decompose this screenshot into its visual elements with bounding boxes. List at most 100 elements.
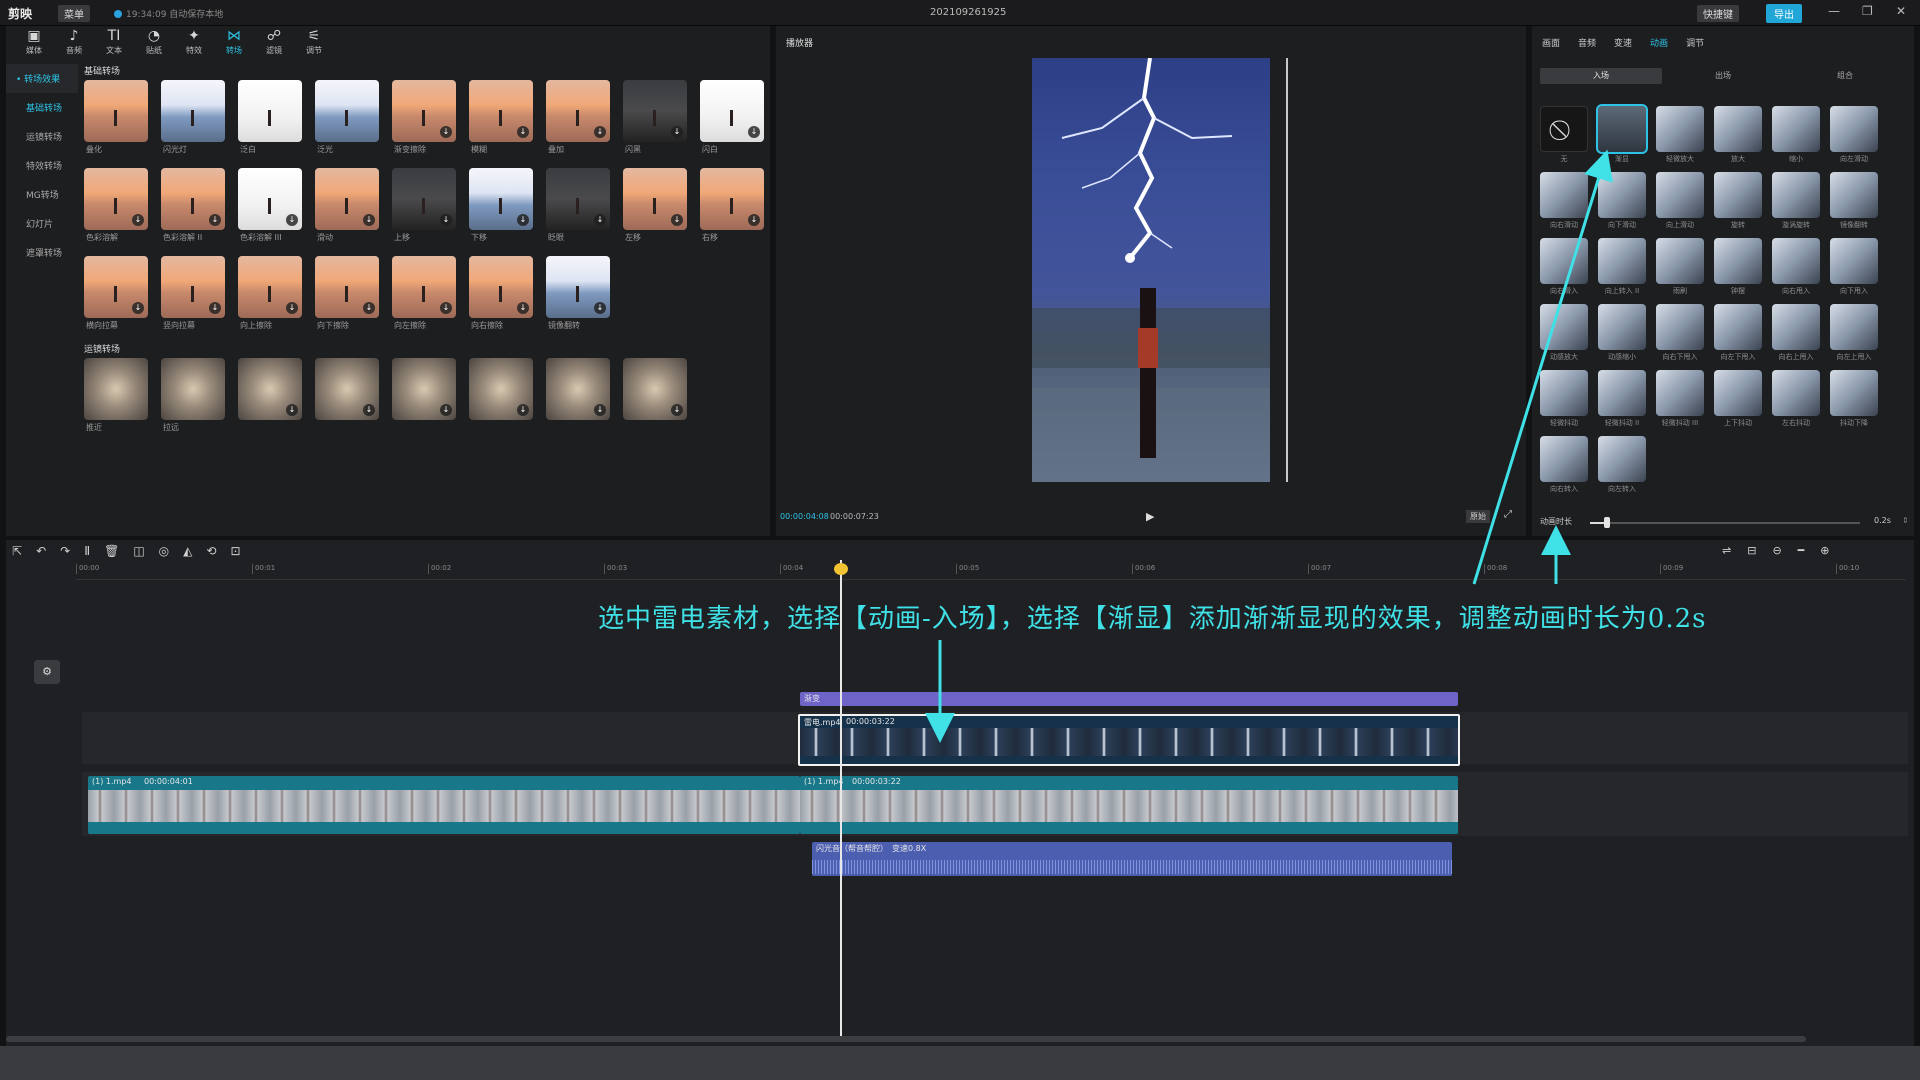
camera-transition-thumb[interactable]: ↓: [315, 358, 379, 434]
download-icon[interactable]: ↓: [440, 126, 452, 138]
inspector-tab-3[interactable]: 动画: [1650, 36, 1668, 49]
download-icon[interactable]: ↓: [363, 404, 375, 416]
animation-item[interactable]: 向右下甩入: [1656, 304, 1704, 362]
transition-thumb[interactable]: ↓ 右移: [700, 168, 764, 244]
transition-thumb[interactable]: ↓ 色彩溶解 II: [161, 168, 225, 244]
download-icon[interactable]: ↓: [363, 302, 375, 314]
animation-item[interactable]: 向右滑动: [1540, 172, 1588, 230]
maximize-button[interactable]: ❐: [1862, 4, 1873, 18]
download-icon[interactable]: ↓: [209, 302, 221, 314]
inspector-tab-0[interactable]: 画面: [1542, 36, 1560, 49]
animation-item[interactable]: 动感放大: [1540, 304, 1588, 362]
transition-thumb[interactable]: ↓ 滑动: [315, 168, 379, 244]
timeline-tool-3[interactable]: Ⅱ: [84, 544, 90, 558]
animation-item[interactable]: 动感缩小: [1598, 304, 1646, 362]
timeline-tool-6[interactable]: ◎: [159, 544, 169, 558]
timeline-tool-5[interactable]: ◫: [133, 544, 144, 558]
ratio-button[interactable]: 原始: [1466, 510, 1490, 523]
duration-stepper-icon[interactable]: ⇕: [1902, 516, 1909, 525]
download-icon[interactable]: ↓: [748, 214, 760, 226]
transition-thumb[interactable]: 泛光: [315, 80, 379, 156]
transition-thumb[interactable]: ↓ 闪黑: [623, 80, 687, 156]
transition-thumb[interactable]: ↓ 色彩溶解: [84, 168, 148, 244]
main-clip-1[interactable]: (1) 1.mp4 00:00:04:01: [88, 776, 800, 834]
animation-none[interactable]: ⃠无: [1540, 106, 1588, 164]
duration-value[interactable]: 0.2s: [1874, 516, 1891, 525]
animation-item[interactable]: 缩小: [1772, 106, 1820, 164]
playhead-handle[interactable]: [834, 563, 848, 575]
inspector-tab-4[interactable]: 调节: [1686, 36, 1704, 49]
duration-slider-track[interactable]: [1590, 522, 1860, 524]
download-icon[interactable]: ↓: [517, 214, 529, 226]
animation-item[interactable]: 抖动下降: [1830, 370, 1878, 428]
camera-transition-thumb[interactable]: 拉远: [161, 358, 225, 434]
download-icon[interactable]: ↓: [671, 404, 683, 416]
download-icon[interactable]: ↓: [440, 404, 452, 416]
animation-item[interactable]: 向下甩入: [1830, 238, 1878, 296]
camera-transition-thumb[interactable]: ↓: [392, 358, 456, 434]
tool-tab-6[interactable]: ☍ 滤镜: [256, 26, 292, 60]
camera-transition-thumb[interactable]: ↓: [238, 358, 302, 434]
animation-item[interactable]: 上下抖动: [1714, 370, 1762, 428]
download-icon[interactable]: ↓: [594, 214, 606, 226]
transition-thumb[interactable]: 闪光灯: [161, 80, 225, 156]
play-icon[interactable]: ▶: [1146, 510, 1154, 523]
tool-tab-7[interactable]: ⚟ 调节: [296, 26, 332, 60]
timeline-tool-9[interactable]: ⊡: [230, 544, 240, 558]
animation-item[interactable]: 向右转入: [1540, 436, 1588, 494]
animation-item[interactable]: 向右甩入: [1772, 238, 1820, 296]
inspector-tab-2[interactable]: 变速: [1614, 36, 1632, 49]
transition-thumb[interactable]: ↓ 模糊: [469, 80, 533, 156]
camera-transition-thumb[interactable]: ↓: [546, 358, 610, 434]
animation-subtab-0[interactable]: 入场: [1540, 68, 1662, 84]
sidenav-item-5[interactable]: 幻灯片: [6, 209, 78, 238]
tool-tab-5[interactable]: ⋈ 转场: [216, 26, 252, 60]
animation-item[interactable]: 向右滑入: [1540, 238, 1588, 296]
timeline-tool-2[interactable]: ↷: [60, 544, 70, 558]
transition-thumb[interactable]: ↓ 闪白: [700, 80, 764, 156]
transition-thumb[interactable]: 泛白: [238, 80, 302, 156]
download-icon[interactable]: ↓: [363, 214, 375, 226]
shortcut-button[interactable]: 快捷键: [1697, 5, 1739, 22]
animation-item[interactable]: 放大: [1714, 106, 1762, 164]
animation-item[interactable]: 左右抖动: [1772, 370, 1820, 428]
transition-thumb[interactable]: ↓ 镜像翻转: [546, 256, 610, 332]
track-settings-icon[interactable]: ⚙: [34, 660, 60, 684]
sidenav-item-4[interactable]: MG转场: [6, 180, 78, 209]
transition-thumb[interactable]: ↓ 色彩溶解 III: [238, 168, 302, 244]
download-icon[interactable]: ↓: [209, 214, 221, 226]
animation-item[interactable]: 向上滑动: [1656, 172, 1704, 230]
main-clip-2[interactable]: (1) 1.mp4 00:00:03:22: [800, 776, 1458, 834]
timeline-tool-8[interactable]: ⟲: [206, 544, 216, 558]
lightning-clip[interactable]: 雷电.mp4 00:00:03:22: [798, 714, 1460, 766]
download-icon[interactable]: ↓: [517, 404, 529, 416]
camera-transition-thumb[interactable]: 推近: [84, 358, 148, 434]
fullscreen-icon[interactable]: ⤢: [1504, 509, 1512, 520]
download-icon[interactable]: ↓: [748, 126, 760, 138]
animation-subtab-1[interactable]: 出场: [1662, 68, 1784, 84]
download-icon[interactable]: ↓: [132, 214, 144, 226]
transition-thumb[interactable]: ↓ 眨眼: [546, 168, 610, 244]
download-icon[interactable]: ↓: [594, 404, 606, 416]
camera-transition-thumb[interactable]: ↓: [469, 358, 533, 434]
download-icon[interactable]: ↓: [132, 302, 144, 314]
animation-item[interactable]: 渐显: [1596, 104, 1648, 164]
sidenav-item-0[interactable]: • 转场效果: [6, 64, 78, 93]
transition-thumb[interactable]: ↓ 叠加: [546, 80, 610, 156]
transition-thumb[interactable]: ↓ 竖向拉幕: [161, 256, 225, 332]
download-icon[interactable]: ↓: [594, 302, 606, 314]
animation-item[interactable]: 向左滑动: [1830, 106, 1878, 164]
download-icon[interactable]: ↓: [671, 126, 683, 138]
animation-item[interactable]: 向左下甩入: [1714, 304, 1762, 362]
download-icon[interactable]: ↓: [440, 214, 452, 226]
animation-item[interactable]: 镜像翻转: [1830, 172, 1878, 230]
close-button[interactable]: ✕: [1896, 4, 1906, 18]
transition-thumb[interactable]: ↓ 左移: [623, 168, 687, 244]
tool-tab-3[interactable]: ◔ 贴纸: [136, 26, 172, 60]
sidenav-item-6[interactable]: 遮罩转场: [6, 238, 78, 267]
timeline-tool-1[interactable]: ↶: [36, 544, 46, 558]
transition-thumb[interactable]: 叠化: [84, 80, 148, 156]
zoom-tool-3[interactable]: ━: [1798, 544, 1805, 557]
video-preview[interactable]: [1032, 58, 1270, 482]
animation-item[interactable]: 向左转入: [1598, 436, 1646, 494]
